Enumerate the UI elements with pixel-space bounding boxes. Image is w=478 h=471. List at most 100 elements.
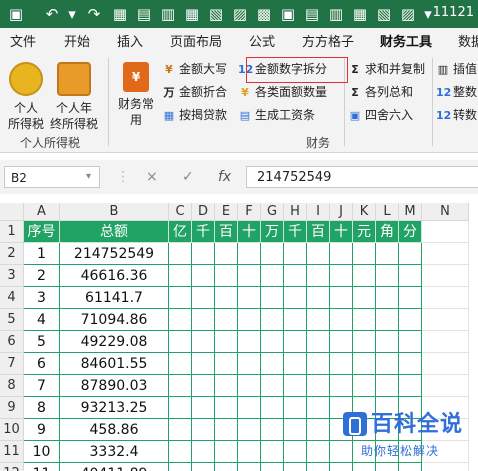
digit-cell[interactable] <box>238 243 261 265</box>
grid-cell[interactable] <box>422 265 469 287</box>
digit-cell[interactable] <box>192 441 215 463</box>
digit-cell[interactable] <box>215 353 238 375</box>
row-header[interactable]: 4 <box>0 287 24 309</box>
seq-cell[interactable]: 11 <box>24 463 60 471</box>
row-header[interactable]: 9 <box>0 397 24 419</box>
digit-cell[interactable] <box>192 309 215 331</box>
digit-cell[interactable] <box>399 243 422 265</box>
amount-cell[interactable]: 61141.7 <box>60 287 169 309</box>
digit-cell[interactable] <box>376 265 399 287</box>
digit-cell[interactable] <box>169 463 192 471</box>
digit-cell[interactable] <box>215 309 238 331</box>
digit-cell[interactable] <box>284 463 307 471</box>
seq-cell[interactable]: 6 <box>24 353 60 375</box>
digit-cell[interactable] <box>284 331 307 353</box>
digit-cell[interactable] <box>261 309 284 331</box>
digit-cell[interactable] <box>238 463 261 471</box>
digit-cell[interactable] <box>238 353 261 375</box>
digit-cell[interactable] <box>169 243 192 265</box>
qat-icon[interactable]: ▦ <box>182 4 202 24</box>
grid-cell[interactable] <box>422 221 469 243</box>
digit-cell[interactable] <box>238 441 261 463</box>
digit-cell[interactable] <box>307 419 330 441</box>
digit-cell[interactable] <box>284 441 307 463</box>
digit-cell[interactable] <box>261 353 284 375</box>
seq-cell[interactable]: 2 <box>24 265 60 287</box>
digit-cell[interactable] <box>192 375 215 397</box>
digit-cell[interactable] <box>284 265 307 287</box>
digit-cell[interactable] <box>192 243 215 265</box>
digit-cell[interactable] <box>215 375 238 397</box>
to-integer-button[interactable]: 12 整数 <box>436 84 477 101</box>
column-header-c[interactable]: C <box>169 203 192 221</box>
digit-cell[interactable] <box>169 441 192 463</box>
digit-cell[interactable] <box>261 287 284 309</box>
grid-cell[interactable] <box>422 287 469 309</box>
digit-cell[interactable] <box>215 419 238 441</box>
digit-cell[interactable] <box>307 287 330 309</box>
amount-cell[interactable]: 46616.36 <box>60 265 169 287</box>
header-cell[interactable]: 十 <box>238 221 261 243</box>
digit-cell[interactable] <box>376 243 399 265</box>
digit-cell[interactable] <box>376 287 399 309</box>
header-cell[interactable]: 万 <box>261 221 284 243</box>
grid-cell[interactable] <box>422 331 469 353</box>
select-all-corner[interactable] <box>0 203 24 221</box>
digit-cell[interactable] <box>284 353 307 375</box>
cancel-icon[interactable]: × <box>146 169 158 185</box>
column-header-l[interactable]: L <box>376 203 399 221</box>
digit-cell[interactable] <box>399 265 422 287</box>
insert-value-button[interactable]: ▥ 插值 <box>436 61 477 78</box>
digit-cell[interactable] <box>192 353 215 375</box>
header-cell[interactable]: 角 <box>376 221 399 243</box>
header-cell[interactable]: 千 <box>284 221 307 243</box>
header-cell[interactable]: 亿 <box>169 221 192 243</box>
dropdown-icon[interactable]: ▾ <box>62 4 82 24</box>
digit-cell[interactable] <box>330 309 353 331</box>
column-header-k[interactable]: K <box>353 203 376 221</box>
column-header-i[interactable]: I <box>307 203 330 221</box>
header-cell[interactable]: 总额 <box>60 221 169 243</box>
column-header-j[interactable]: J <box>330 203 353 221</box>
tab-formulas[interactable]: 公式 <box>249 31 275 50</box>
digit-cell[interactable] <box>192 331 215 353</box>
digit-cell[interactable] <box>353 309 376 331</box>
digit-cell[interactable] <box>330 331 353 353</box>
digit-cell[interactable] <box>261 419 284 441</box>
seq-cell[interactable]: 10 <box>24 441 60 463</box>
digit-cell[interactable] <box>376 375 399 397</box>
tab-fangfang[interactable]: 方方格子 <box>302 31 354 50</box>
header-cell[interactable]: 分 <box>399 221 422 243</box>
seq-cell[interactable]: 3 <box>24 287 60 309</box>
digit-cell[interactable] <box>215 397 238 419</box>
digit-cell[interactable] <box>284 243 307 265</box>
digit-cell[interactable] <box>353 243 376 265</box>
round-button[interactable]: ▣ 四舍六入 <box>348 107 413 124</box>
digit-cell[interactable] <box>307 243 330 265</box>
amount-convert-button[interactable]: 万金额折合 <box>162 84 228 101</box>
digit-cell[interactable] <box>169 397 192 419</box>
personal-tax-button[interactable]: 个人 所得税 <box>6 62 46 132</box>
header-cell[interactable]: 百 <box>215 221 238 243</box>
amount-cell[interactable]: 71094.86 <box>60 309 169 331</box>
qat-icon[interactable]: ▧ <box>374 4 394 24</box>
digit-cell[interactable] <box>284 309 307 331</box>
sum-copy-button[interactable]: Σ 求和并复制 <box>348 61 425 78</box>
digit-cell[interactable] <box>192 397 215 419</box>
save-icon[interactable]: ▣ <box>6 4 26 24</box>
digit-cell[interactable] <box>284 397 307 419</box>
column-header-h[interactable]: H <box>284 203 307 221</box>
digit-cell[interactable] <box>192 265 215 287</box>
digit-cell[interactable] <box>399 353 422 375</box>
digit-cell[interactable] <box>307 375 330 397</box>
digit-cell[interactable] <box>353 331 376 353</box>
column-header-d[interactable]: D <box>192 203 215 221</box>
digit-cell[interactable] <box>353 265 376 287</box>
digit-cell[interactable] <box>169 265 192 287</box>
digit-cell[interactable] <box>330 243 353 265</box>
row-header[interactable]: 6 <box>0 331 24 353</box>
seq-cell[interactable]: 5 <box>24 331 60 353</box>
digit-cell[interactable] <box>261 463 284 471</box>
tab-finance-tools[interactable]: 财务工具 <box>380 31 433 55</box>
qat-icon[interactable]: ▥ <box>158 4 178 24</box>
